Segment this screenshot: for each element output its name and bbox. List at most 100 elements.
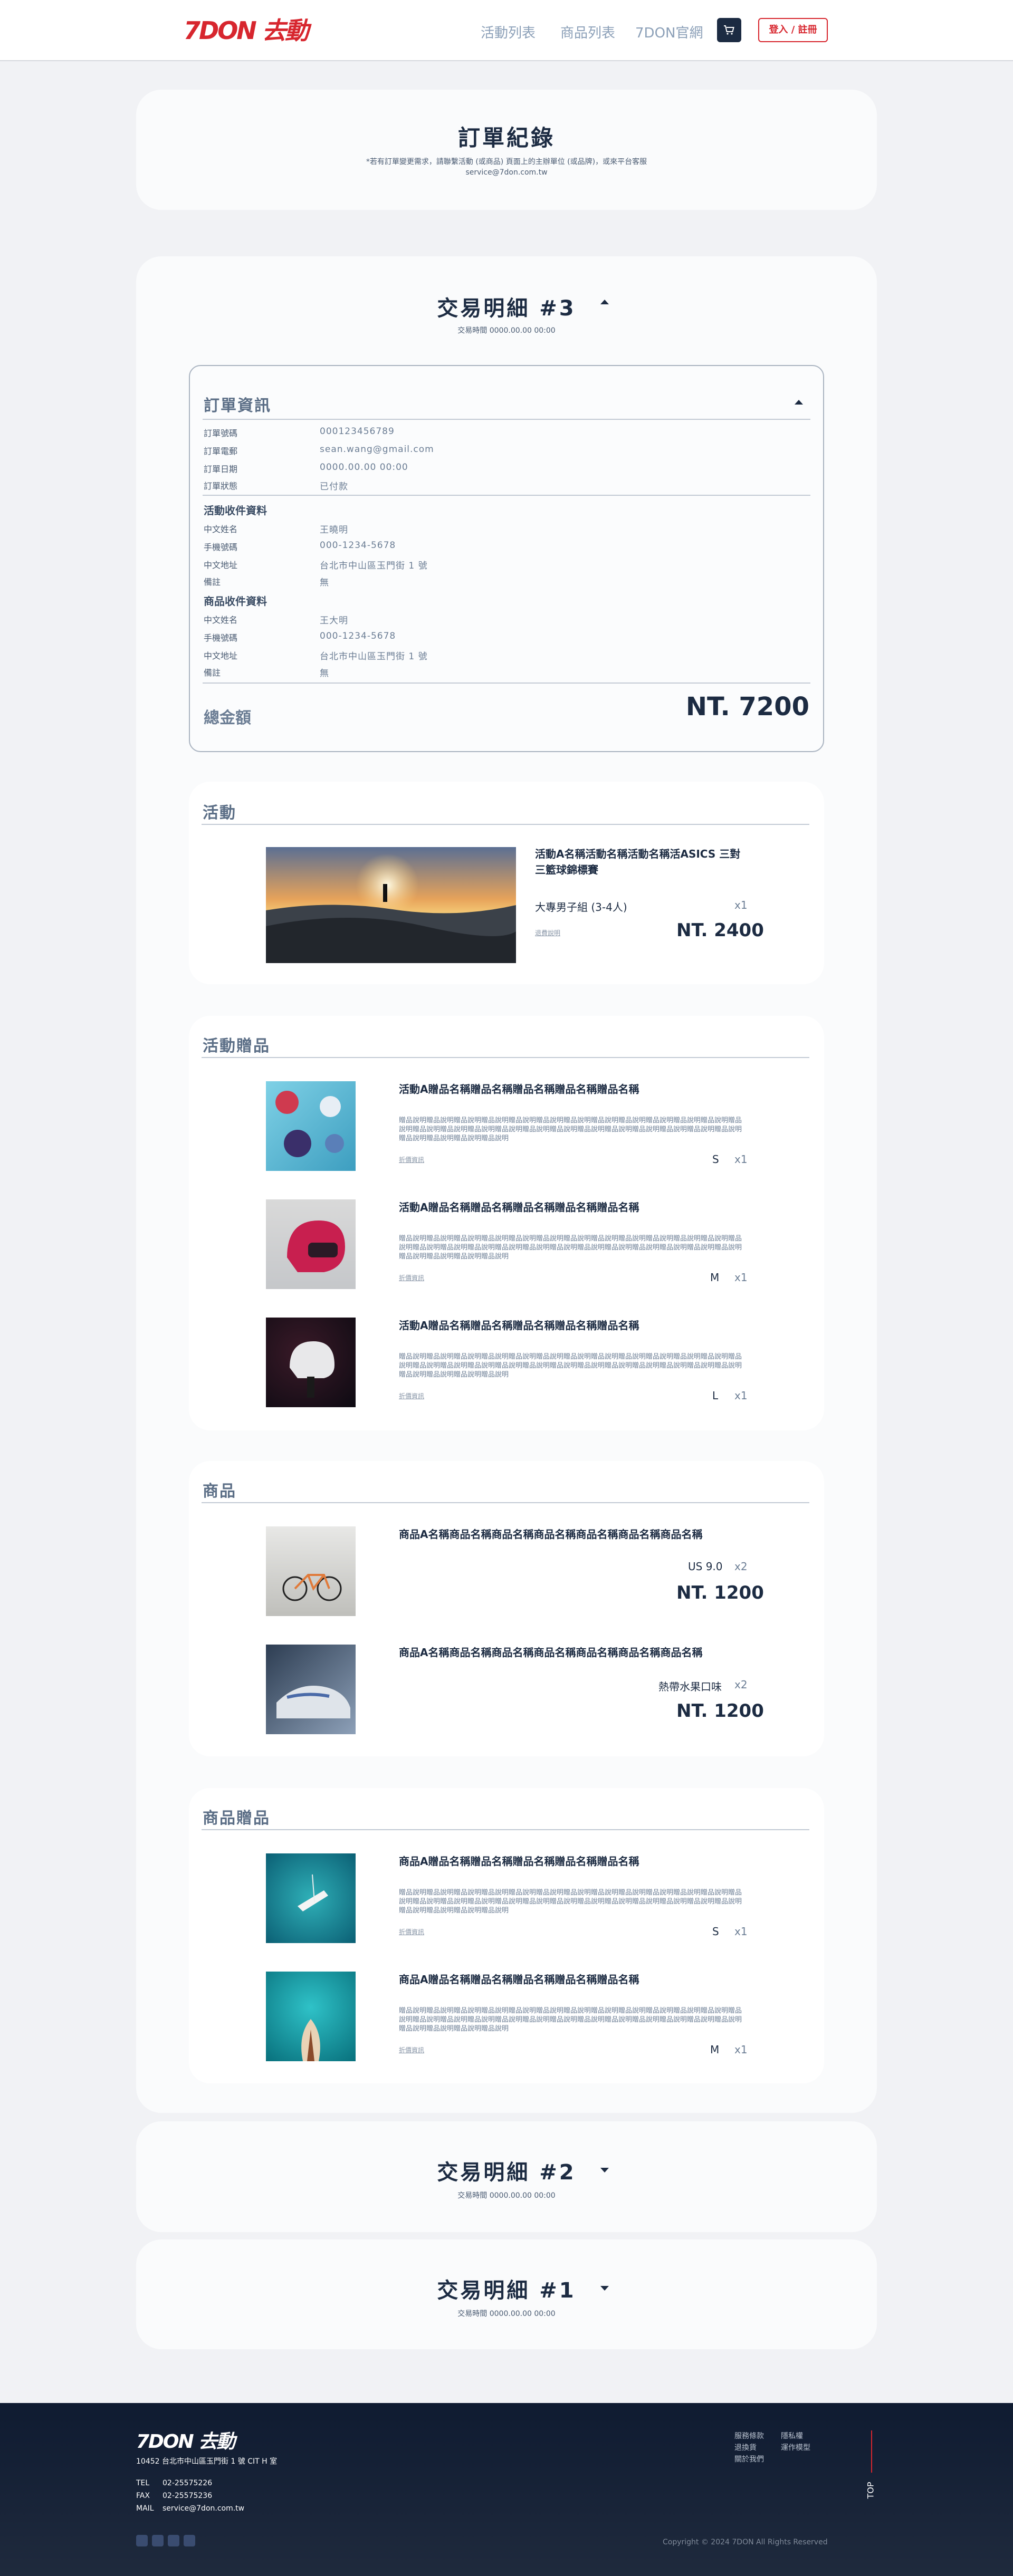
- footer-link[interactable]: 運作模型: [781, 2442, 810, 2453]
- order-label: 中文地址: [204, 560, 238, 570]
- footer-link[interactable]: 關於我們: [734, 2454, 764, 2464]
- top-indicator: [871, 2430, 872, 2473]
- gift-description: 贈品說明贈品說明贈品說明贈品說明贈品說明贈品說明贈品說明贈品說明贈品說明贈品說明…: [399, 1889, 742, 1915]
- total-label: 總金額: [204, 709, 251, 727]
- activity-title: 活動A名稱活動名稱活動名稱活ASICS 三對三籃球錦標賽: [535, 848, 741, 876]
- fax-value: 02-25575236: [163, 2492, 213, 2500]
- footer-link[interactable]: 隱私權: [781, 2430, 803, 2441]
- intro-card: 訂單紀錄 *若有訂單變更需求，請聯繫活動 (或商品) 頁面上的主辦單位 (或品牌…: [136, 90, 877, 210]
- order-value: sean.wang@gmail.com: [320, 444, 434, 455]
- discount-link[interactable]: 折價資訊: [399, 1391, 424, 1400]
- gift-description: 贈品說明贈品說明贈品說明贈品說明贈品說明贈品說明贈品說明贈品說明贈品說明贈品說明…: [399, 1235, 742, 1261]
- tel-label: TEL: [136, 2479, 150, 2487]
- cart-icon: [724, 25, 734, 35]
- product-option: 熱帶水果口味: [658, 1680, 722, 1693]
- order-label: 備註: [204, 668, 221, 678]
- line-icon[interactable]: [184, 2535, 195, 2546]
- login-register-button[interactable]: 登入 / 註冊: [758, 18, 828, 42]
- instagram-icon[interactable]: [152, 2535, 164, 2546]
- tel-value: 02-25575226: [163, 2479, 213, 2487]
- gift-size: M: [710, 2043, 720, 2056]
- gift-qty: x1: [734, 1925, 748, 1938]
- site-header: 7DON 去動 活動列表 商品列表 7DON官網 登入 / 註冊: [0, 0, 1013, 61]
- gift-image: [266, 1318, 356, 1407]
- gift-title: 活動A贈品名稱贈品名稱贈品名稱贈品名稱贈品名稱: [399, 1201, 639, 1214]
- product-recipient-heading: 商品收件資料: [204, 595, 267, 608]
- expand-caret-icon[interactable]: [600, 2286, 609, 2291]
- order-info-caret-icon[interactable]: [795, 400, 803, 405]
- discount-link[interactable]: 折價資訊: [399, 1927, 424, 1936]
- discount-link[interactable]: 折價資訊: [399, 1273, 424, 1282]
- gift-description: 贈品說明贈品說明贈品說明贈品說明贈品說明贈品說明贈品說明贈品說明贈品說明贈品說明…: [399, 2007, 742, 2033]
- order-label: 訂單號碼: [204, 428, 238, 438]
- fax-label: FAX: [136, 2492, 150, 2500]
- page-title: 訂單紀錄: [457, 125, 555, 151]
- activity-gifts-section: 活動贈品 活動A贈品名稱贈品名稱贈品名稱贈品名稱贈品名稱 贈品說明贈品說明贈品說…: [189, 1016, 824, 1430]
- order-value: 王曉明: [320, 525, 348, 535]
- product-title: 商品A名稱商品名稱商品名稱商品名稱商品名稱商品名稱商品名稱: [399, 1528, 703, 1541]
- product-qty: x2: [734, 1560, 748, 1573]
- transaction-2-time: 交易時間 0000.00.00 00:00: [457, 2191, 556, 2200]
- mail-label: MAIL: [136, 2504, 154, 2513]
- product-price: NT. 1200: [676, 1582, 764, 1603]
- discount-link[interactable]: 折價資訊: [399, 1155, 424, 1164]
- products-heading: 商品: [203, 1482, 236, 1501]
- transaction-3-title[interactable]: 交易明細 #3: [136, 291, 877, 322]
- cart-button[interactable]: [717, 18, 741, 42]
- discount-link[interactable]: 折價資訊: [399, 2045, 424, 2054]
- gift-description: 贈品說明贈品說明贈品說明贈品說明贈品說明贈品說明贈品說明贈品說明贈品說明贈品說明…: [399, 1353, 742, 1379]
- nav-products[interactable]: 商品列表: [560, 22, 615, 42]
- footer-link[interactable]: 退換貨: [734, 2442, 757, 2453]
- mail-value[interactable]: service@7don.com.tw: [163, 2504, 244, 2513]
- product-price: NT. 1200: [676, 1700, 764, 1722]
- gift-description: 贈品說明贈品說明贈品說明贈品說明贈品說明贈品說明贈品說明贈品說明贈品說明贈品說明…: [399, 1117, 742, 1142]
- gift-qty: x1: [734, 1153, 748, 1166]
- product-title: 商品A名稱商品名稱商品名稱商品名稱商品名稱商品名稱商品名稱: [399, 1646, 703, 1659]
- gift-size: S: [712, 1153, 719, 1166]
- total-amount: NT. 7200: [685, 692, 809, 722]
- activity-gifts-heading: 活動贈品: [203, 1037, 270, 1055]
- activity-option: 大專男子組 (3-4人): [535, 901, 627, 914]
- gift-title: 活動A贈品名稱贈品名稱贈品名稱贈品名稱贈品名稱: [399, 1319, 639, 1332]
- order-value: 0000.00.00 00:00: [320, 462, 408, 473]
- order-value: 台北市中山區玉門街 1 號: [320, 561, 428, 571]
- brand-logo[interactable]: 7DON 去動: [184, 17, 309, 44]
- activity-section: 活動 活動A名稱活動名稱活動名稱活ASICS 三對三籃球錦標賽 大專男子組 (3…: [189, 782, 824, 984]
- expand-caret-icon[interactable]: [600, 2168, 609, 2173]
- gift-image: [266, 1081, 356, 1171]
- activity-recipient-heading: 活動收件資料: [204, 504, 267, 517]
- transaction-2-title[interactable]: 交易明細 #2: [136, 2155, 877, 2186]
- collapse-caret-icon[interactable]: [600, 300, 609, 304]
- order-info-title: 訂單資訊: [204, 397, 271, 415]
- nav-official[interactable]: 7DON官網: [635, 22, 703, 42]
- nav-activities[interactable]: 活動列表: [481, 22, 536, 42]
- order-value: 已付款: [320, 482, 348, 492]
- notice-text: *若有訂單變更需求，請聯繫活動 (或商品) 頁面上的主辦單位 (或品牌)，或來平…: [366, 158, 647, 166]
- order-value: 台北市中山區玉門街 1 號: [320, 651, 428, 662]
- gift-size: M: [710, 1271, 720, 1284]
- activity-price: NT. 2400: [676, 920, 764, 941]
- transaction-1-card[interactable]: 交易明細 #1 交易時間 0000.00.00 00:00: [136, 2239, 877, 2349]
- facebook-icon[interactable]: [136, 2535, 148, 2546]
- transaction-2-card[interactable]: 交易明細 #2 交易時間 0000.00.00 00:00: [136, 2121, 877, 2232]
- order-label: 中文地址: [204, 651, 238, 661]
- gift-image: [266, 1972, 356, 2061]
- order-label: 備註: [204, 577, 221, 587]
- service-email[interactable]: service@7don.com.tw: [136, 167, 877, 178]
- product-image: [266, 1645, 356, 1734]
- product-gifts-section: 商品贈品 商品A贈品名稱贈品名稱贈品名稱贈品名稱贈品名稱 贈品說明贈品說明贈品說…: [189, 1788, 824, 2083]
- order-label: 手機號碼: [204, 542, 238, 552]
- order-value: 000-1234-5678: [320, 631, 396, 641]
- gift-qty: x1: [734, 1271, 748, 1284]
- back-to-top[interactable]: TOP: [866, 2482, 876, 2498]
- product-option: US 9.0: [688, 1560, 723, 1573]
- footer-logo[interactable]: 7DON 去動: [136, 2426, 235, 2454]
- order-value: 000-1234-5678: [320, 540, 396, 551]
- footer-link[interactable]: 服務條款: [734, 2430, 764, 2441]
- youtube-icon[interactable]: [168, 2535, 179, 2546]
- products-section: 商品 商品A名稱商品名稱商品名稱商品名稱商品名稱商品名稱商品名稱 US 9.0 …: [189, 1461, 824, 1756]
- gift-size: L: [712, 1389, 719, 1402]
- transaction-1-title[interactable]: 交易明細 #1: [136, 2273, 877, 2304]
- refund-link[interactable]: 退費說明: [535, 928, 560, 937]
- order-value: 000123456789: [320, 426, 395, 437]
